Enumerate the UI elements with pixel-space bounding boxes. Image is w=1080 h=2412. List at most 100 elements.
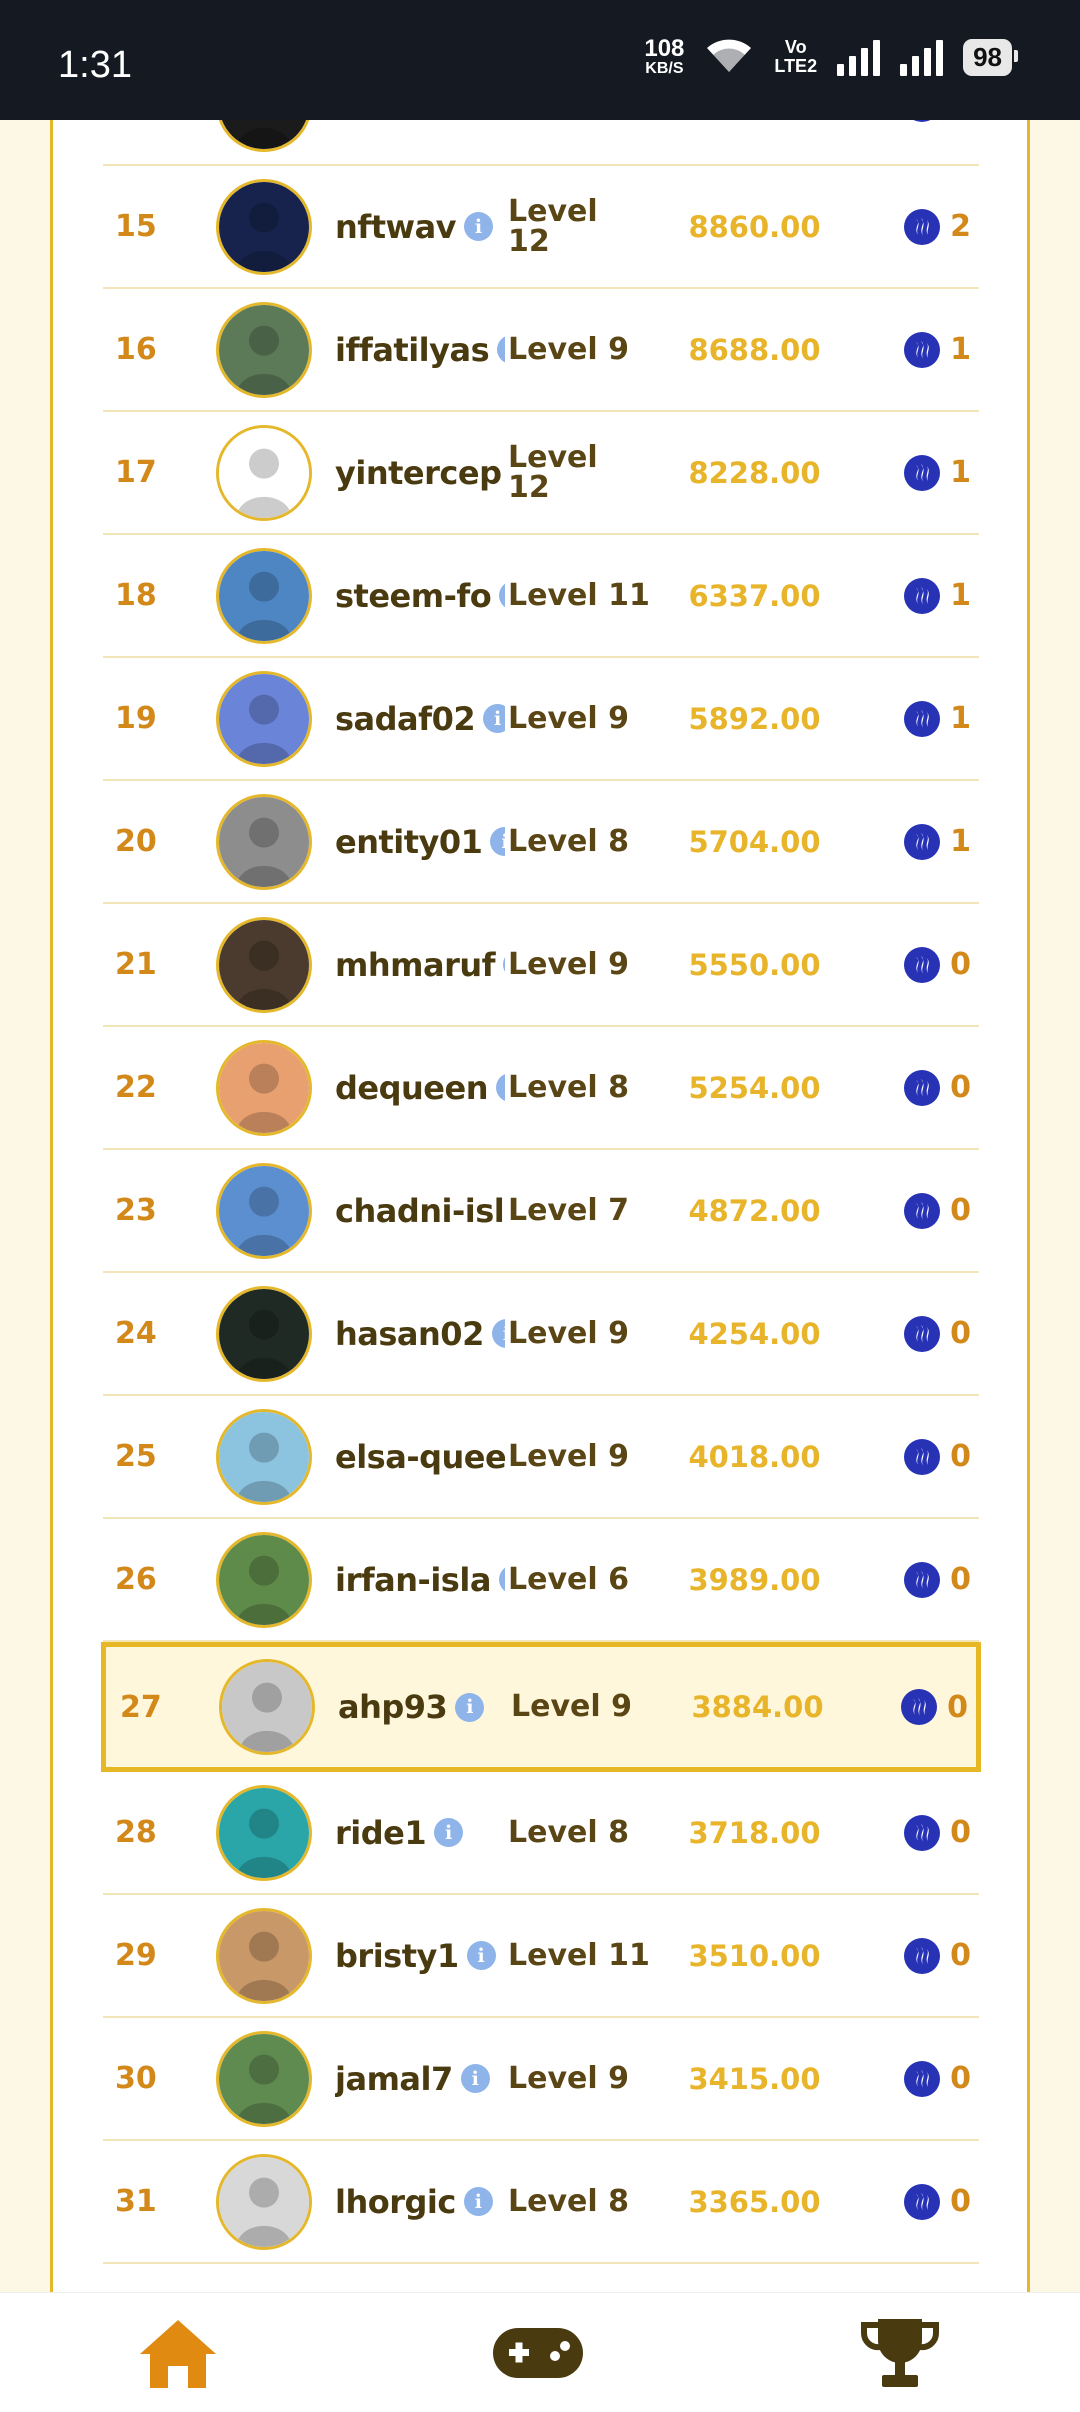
info-icon[interactable]: i <box>491 1319 505 1348</box>
leaderboard-row-current-user[interactable]: 27 ahp93 i Level 9 3884.00 0 <box>101 1642 981 1772</box>
username-cell[interactable]: entity01i <box>335 817 505 867</box>
username[interactable]: nftwav <box>335 208 457 246</box>
username-cell[interactable]: sadaf02 i <box>335 694 505 744</box>
reward-count: 1 <box>950 332 971 367</box>
steem-icon <box>904 331 941 368</box>
username[interactable]: hasan02 <box>335 1315 484 1353</box>
username[interactable]: sadaf02 <box>335 700 476 738</box>
avatar[interactable] <box>216 916 312 1013</box>
username[interactable]: irfan-isla <box>335 1561 491 1599</box>
info-icon[interactable]: i <box>463 2187 493 2216</box>
info-icon[interactable]: i <box>483 704 505 733</box>
reward-count: 0 <box>950 1316 971 1351</box>
reward-count: 2 <box>950 209 971 244</box>
username-cell[interactable]: siam25i <box>335 120 505 129</box>
avatar[interactable] <box>219 1659 315 1755</box>
username-cell[interactable]: jamal7 i <box>335 2054 505 2104</box>
username-cell[interactable]: ahp93 i <box>338 1682 508 1732</box>
leaderboard-row[interactable]: 15 nftwav i Level 12 8860.00 2 <box>103 166 979 289</box>
info-icon[interactable]: i <box>434 1818 464 1847</box>
leaderboard-row[interactable]: 21 mhmarufiLevel 9 5550.00 0 <box>103 904 979 1027</box>
username[interactable]: lhorgic <box>335 2183 456 2221</box>
avatar[interactable] <box>216 1408 312 1505</box>
avatar[interactable] <box>216 1784 312 1881</box>
avatar[interactable] <box>216 1162 312 1259</box>
leaderboard-row[interactable]: 16 iffatilyasiLevel 9 8688.00 1 <box>103 289 979 412</box>
username[interactable]: ride1 <box>335 1814 427 1852</box>
avatar[interactable] <box>216 2030 312 2127</box>
leaderboard-row[interactable]: 30 jamal7 i Level 9 3415.00 0 <box>103 2018 979 2141</box>
avatar[interactable] <box>216 301 312 398</box>
avatar[interactable] <box>216 1531 312 1628</box>
avatar[interactable] <box>216 670 312 767</box>
user-level: Level 11 <box>508 577 650 613</box>
info-icon[interactable]: i <box>503 950 505 979</box>
username[interactable]: elsa-quee <box>335 1438 505 1476</box>
info-icon[interactable]: i <box>498 1565 505 1594</box>
user-score: 8688.00 <box>688 332 821 367</box>
username-cell[interactable]: irfan-islai <box>335 1555 505 1605</box>
username[interactable]: siam25 <box>335 120 462 123</box>
info-icon[interactable]: i <box>466 1941 496 1970</box>
username-cell[interactable]: steem-foi <box>335 571 505 621</box>
username-cell[interactable]: mhmarufi <box>335 940 505 990</box>
steem-icon <box>904 2183 941 2220</box>
nav-leaderboard-button[interactable] <box>850 2313 950 2393</box>
avatar[interactable] <box>216 178 312 275</box>
avatar[interactable] <box>216 2153 312 2250</box>
leaderboard-row[interactable]: 14siam25iLevel 89833.003 <box>103 120 979 166</box>
nav-home-button[interactable] <box>128 2313 228 2393</box>
avatar[interactable] <box>216 424 312 521</box>
leaderboard-list[interactable]: 14siam25iLevel 89833.00315nftwaviLevel 1… <box>101 120 981 2264</box>
leaderboard-row[interactable]: 26 irfan-islaiLevel 6 3989.00 0 <box>103 1519 979 1642</box>
username-cell[interactable]: bristy1 i <box>335 1931 505 1981</box>
username-cell[interactable]: elsa-queei <box>335 1432 505 1482</box>
leaderboard-row[interactable]: 25 elsa-queeiLevel 9 4018.00 0 <box>103 1396 979 1519</box>
leaderboard-row[interactable]: 22 dequeeniLevel 8 5254.00 0 <box>103 1027 979 1150</box>
info-icon[interactable]: i <box>464 212 494 241</box>
username-cell[interactable]: lhorgic i <box>335 2177 505 2227</box>
username[interactable]: steem-fo <box>335 577 492 615</box>
leaderboard-row[interactable]: 17 yintercepiLevel 12 8228.00 1 <box>103 412 979 535</box>
username[interactable]: mhmaruf <box>335 946 496 984</box>
username[interactable]: entity01 <box>335 823 483 861</box>
username-cell[interactable]: chadni-isli <box>335 1186 505 1236</box>
leaderboard-row[interactable]: 31 lhorgic i Level 8 3365.00 0 <box>103 2141 979 2264</box>
reward-cell: 0 <box>904 2060 971 2097</box>
username-cell[interactable]: iffatilyasi <box>335 325 505 375</box>
avatar[interactable] <box>216 547 312 644</box>
avatar[interactable] <box>216 1285 312 1382</box>
username[interactable]: dequeen <box>335 1069 488 1107</box>
leaderboard-row[interactable]: 18 steem-foiLevel 11 6337.00 1 <box>103 535 979 658</box>
info-icon[interactable]: i <box>497 335 505 364</box>
avatar[interactable] <box>216 1907 312 2004</box>
info-icon[interactable]: i <box>460 2064 490 2093</box>
username[interactable]: yintercep <box>335 454 502 492</box>
username[interactable]: ahp93 <box>338 1688 448 1726</box>
avatar[interactable] <box>216 793 312 890</box>
leaderboard-row[interactable]: 29 bristy1 i Level 11 3510.00 0 <box>103 1895 979 2018</box>
username-cell[interactable]: dequeeni <box>335 1063 505 1113</box>
network-speed-unit: KB/S <box>645 60 684 77</box>
leaderboard-row[interactable]: 28 ride1 i Level 8 3718.00 0 <box>103 1772 979 1895</box>
username[interactable]: iffatilyas <box>335 331 490 369</box>
username[interactable]: bristy1 <box>335 1937 459 1975</box>
username-cell[interactable]: hasan02i <box>335 1309 505 1359</box>
leaderboard-row[interactable]: 19 sadaf02 i Level 9 5892.00 1 <box>103 658 979 781</box>
info-icon[interactable]: i <box>455 1692 485 1722</box>
info-icon[interactable]: i <box>490 827 505 856</box>
nav-games-button[interactable] <box>488 2313 588 2393</box>
steem-icon <box>901 1689 938 1725</box>
info-icon[interactable]: i <box>495 1073 505 1102</box>
username-cell[interactable]: nftwav i <box>335 202 505 252</box>
leaderboard-row[interactable]: 24 hasan02iLevel 9 4254.00 0 <box>103 1273 979 1396</box>
username-cell[interactable]: ride1 i <box>335 1808 505 1858</box>
leaderboard-row[interactable]: 20 entity01iLevel 8 5704.00 1 <box>103 781 979 904</box>
leaderboard-row[interactable]: 23 chadni-isliLevel 7 4872.00 0 <box>103 1150 979 1273</box>
username-cell[interactable]: yintercepi <box>335 448 505 498</box>
username[interactable]: chadni-isl <box>335 1192 505 1230</box>
info-icon[interactable]: i <box>499 581 505 610</box>
avatar[interactable] <box>216 120 312 152</box>
avatar[interactable] <box>216 1039 312 1136</box>
username[interactable]: jamal7 <box>335 2060 453 2098</box>
